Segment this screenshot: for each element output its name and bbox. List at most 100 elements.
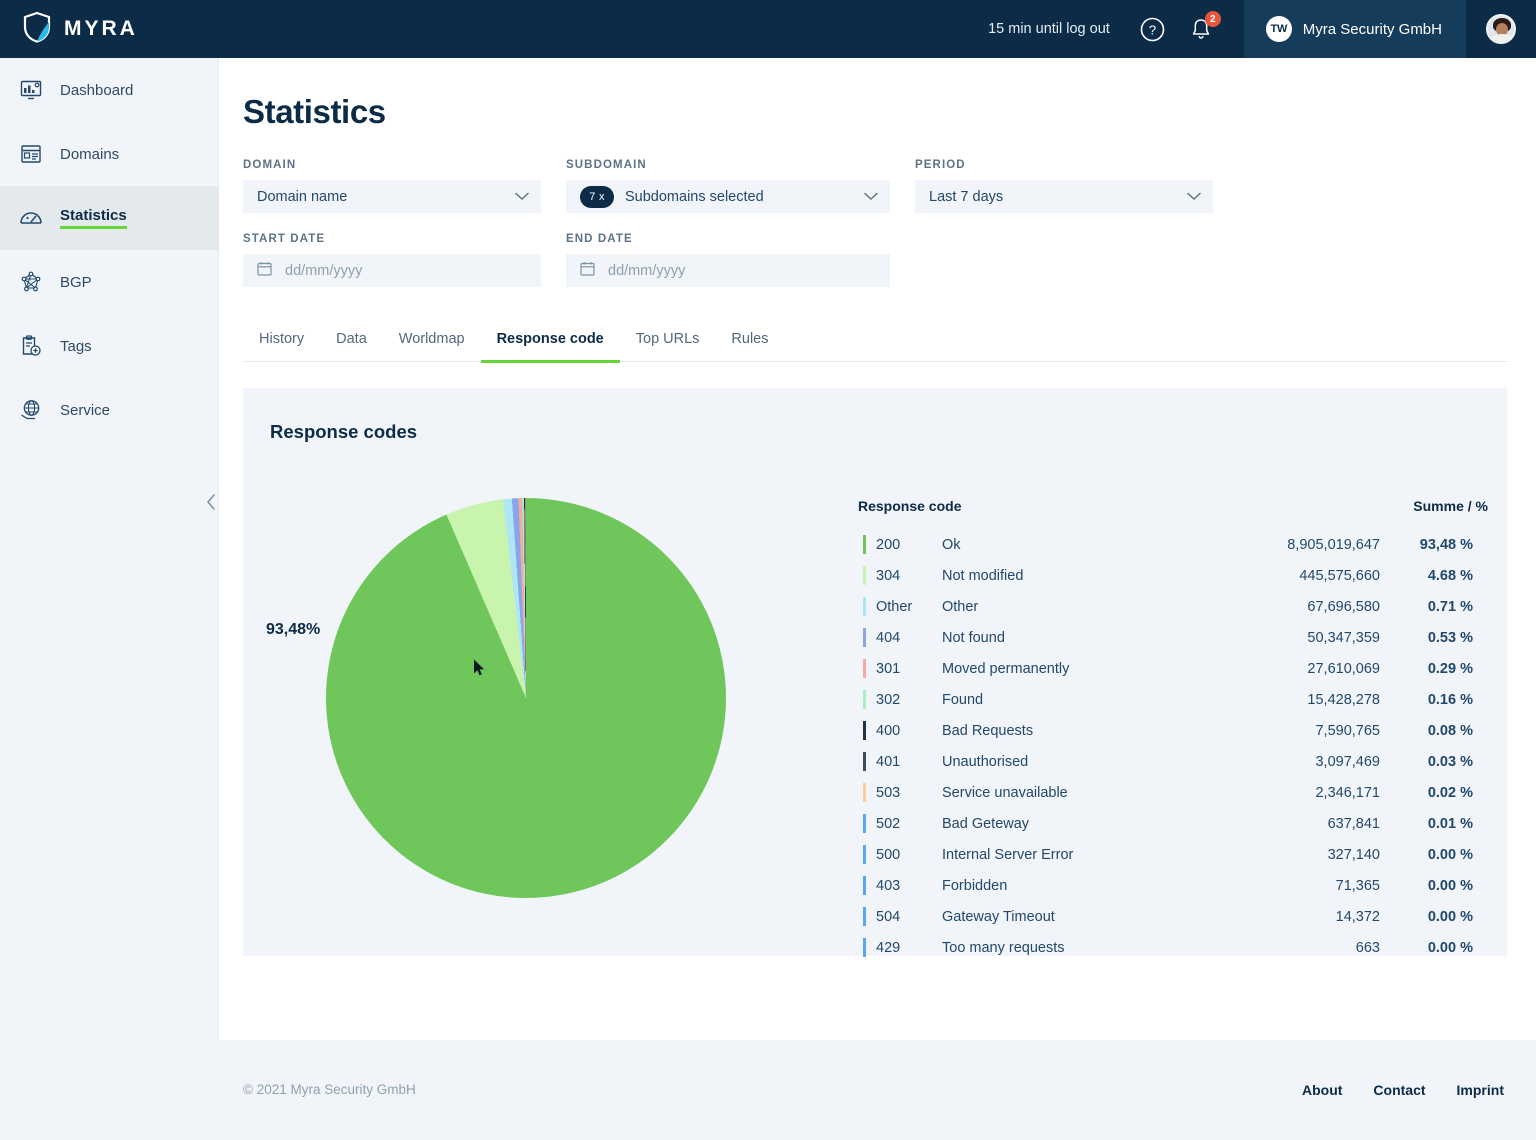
bell-icon[interactable]: 2 xyxy=(1184,12,1218,46)
row-color-swatch-cell xyxy=(858,591,876,622)
subdomain-value: Subdomains selected xyxy=(625,189,764,205)
domain-select[interactable]: Domain name xyxy=(243,180,541,213)
subdomain-count-badge: 7 x xyxy=(580,186,614,208)
subdomain-field: SUBDOMAIN 7 x Subdomains selected xyxy=(566,159,890,213)
color-swatch xyxy=(863,690,866,709)
row-percent: 0.00 % xyxy=(1406,870,1498,901)
row-response-code: Other xyxy=(876,591,942,622)
main-content: Statistics DOMAIN Domain name SUBDOMAIN … xyxy=(219,58,1536,1040)
table-row[interactable]: 504Gateway Timeout14,3720.00 % xyxy=(858,901,1498,932)
sidebar-item-domains[interactable]: Domains xyxy=(0,122,218,186)
row-response-name: Unauthorised xyxy=(942,746,1186,777)
shield-logo-icon xyxy=(22,11,52,48)
pie-chart[interactable] xyxy=(326,498,726,898)
sidebar-item-statistics[interactable]: Statistics xyxy=(0,186,218,250)
row-color-swatch-cell xyxy=(858,870,876,901)
table-row[interactable]: 301Moved permanently27,610,0690.29 % xyxy=(858,653,1498,684)
filters-panel: DOMAIN Domain name SUBDOMAIN 7 x Subdoma… xyxy=(243,159,1493,287)
page-title: Statistics xyxy=(243,93,1536,131)
tags-clipboard-plus-icon xyxy=(18,333,44,359)
sidebar-item-tags[interactable]: Tags xyxy=(0,314,218,378)
bgp-network-icon xyxy=(18,269,44,295)
row-response-code: 401 xyxy=(876,746,942,777)
tab-worldmap[interactable]: Worldmap xyxy=(383,321,481,363)
table-row[interactable]: 401Unauthorised3,097,4690.03 % xyxy=(858,746,1498,777)
table-row[interactable]: 429Too many requests6630.00 % xyxy=(858,932,1498,963)
period-select[interactable]: Last 7 days xyxy=(915,180,1213,213)
tab-data[interactable]: Data xyxy=(320,321,383,363)
color-swatch xyxy=(863,876,866,895)
sidebar-collapse-toggle[interactable] xyxy=(198,489,224,519)
row-color-swatch-cell xyxy=(858,653,876,684)
table-row[interactable]: OtherOther67,696,5800.71 % xyxy=(858,591,1498,622)
row-sum: 8,905,019,647 xyxy=(1186,529,1406,560)
user-avatar[interactable] xyxy=(1466,0,1536,58)
table-row[interactable]: 200Ok8,905,019,64793,48 % xyxy=(858,529,1498,560)
row-response-code: 304 xyxy=(876,560,942,591)
tab-response-code[interactable]: Response code xyxy=(481,321,620,363)
table-row[interactable]: 302Found15,428,2780.16 % xyxy=(858,684,1498,715)
row-response-code: 403 xyxy=(876,870,942,901)
sidebar-item-bgp[interactable]: BGP xyxy=(0,250,218,314)
pie-graphic[interactable] xyxy=(326,498,726,898)
pie-slice-label: 93,48% xyxy=(266,621,320,639)
domain-field: DOMAIN Domain name xyxy=(243,159,541,213)
row-response-name: Service unavailable xyxy=(942,777,1186,808)
tab-rules[interactable]: Rules xyxy=(715,321,784,363)
table-row[interactable]: 404Not found50,347,3590.53 % xyxy=(858,622,1498,653)
row-percent: 0.02 % xyxy=(1406,777,1498,808)
start-date-input[interactable]: dd/mm/yyyy xyxy=(243,254,541,287)
color-swatch xyxy=(863,597,866,616)
row-response-name: Bad Requests xyxy=(942,715,1186,746)
row-percent: 0.00 % xyxy=(1406,932,1498,963)
tab-top-urls[interactable]: Top URLs xyxy=(620,321,716,363)
subdomain-select[interactable]: 7 x Subdomains selected xyxy=(566,180,890,213)
domain-value: Domain name xyxy=(257,189,347,205)
color-swatch xyxy=(863,814,866,833)
logout-timer: 15 min until log out xyxy=(988,21,1110,37)
table-row[interactable]: 304Not modified445,575,6604.68 % xyxy=(858,560,1498,591)
sidebar-item-service[interactable]: Service xyxy=(0,378,218,442)
end-date-label: END DATE xyxy=(566,233,890,245)
row-response-code: 200 xyxy=(876,529,942,560)
footer-link-about[interactable]: About xyxy=(1302,1082,1342,1098)
tab-bar: History Data Worldmap Response code Top … xyxy=(243,321,1507,362)
table-row[interactable]: 403Forbidden71,3650.00 % xyxy=(858,870,1498,901)
row-sum: 327,140 xyxy=(1186,839,1406,870)
row-color-swatch-cell xyxy=(858,808,876,839)
org-name: Myra Security GmbH xyxy=(1303,21,1442,38)
table-row[interactable]: 502Bad Geteway637,8410.01 % xyxy=(858,808,1498,839)
mouse-cursor-icon xyxy=(473,659,485,677)
dashboard-monitor-icon xyxy=(18,77,44,103)
color-swatch xyxy=(863,566,866,585)
help-circle-icon[interactable]: ? xyxy=(1136,12,1170,46)
row-color-swatch-cell xyxy=(858,622,876,653)
row-color-swatch-cell xyxy=(858,560,876,591)
end-date-input[interactable]: dd/mm/yyyy xyxy=(566,254,890,287)
sidebar-item-dashboard[interactable]: Dashboard xyxy=(0,58,218,122)
filter-row-top: DOMAIN Domain name SUBDOMAIN 7 x Subdoma… xyxy=(243,159,1493,213)
domains-window-icon xyxy=(18,141,44,167)
brand-name: MYRA xyxy=(64,17,138,41)
filter-row-bottom: START DATE dd/mm/yyyy END DATE xyxy=(243,233,1493,287)
sidebar-item-label: Service xyxy=(60,402,110,419)
row-color-swatch-cell xyxy=(858,839,876,870)
table-row[interactable]: 500Internal Server Error327,1400.00 % xyxy=(858,839,1498,870)
footer: © 2021 Myra Security GmbH About Contact … xyxy=(0,1040,1536,1140)
org-initials-avatar: TW xyxy=(1266,16,1292,42)
table-row[interactable]: 400Bad Requests7,590,7650.08 % xyxy=(858,715,1498,746)
tab-history[interactable]: History xyxy=(243,321,320,363)
row-sum: 71,365 xyxy=(1186,870,1406,901)
row-percent: 0.08 % xyxy=(1406,715,1498,746)
color-swatch xyxy=(863,752,866,771)
footer-link-contact[interactable]: Contact xyxy=(1373,1082,1425,1098)
brand-logo[interactable]: MYRA xyxy=(0,0,219,58)
notification-badge: 2 xyxy=(1205,11,1221,27)
footer-link-imprint[interactable]: Imprint xyxy=(1457,1082,1504,1098)
table-row[interactable]: 503Service unavailable2,346,1710.02 % xyxy=(858,777,1498,808)
row-sum: 27,610,069 xyxy=(1186,653,1406,684)
org-switcher[interactable]: TW Myra Security GmbH xyxy=(1244,0,1466,58)
pie-chart-area: 93,48% xyxy=(243,443,858,913)
row-response-name: Internal Server Error xyxy=(942,839,1186,870)
end-date-placeholder: dd/mm/yyyy xyxy=(608,263,685,279)
